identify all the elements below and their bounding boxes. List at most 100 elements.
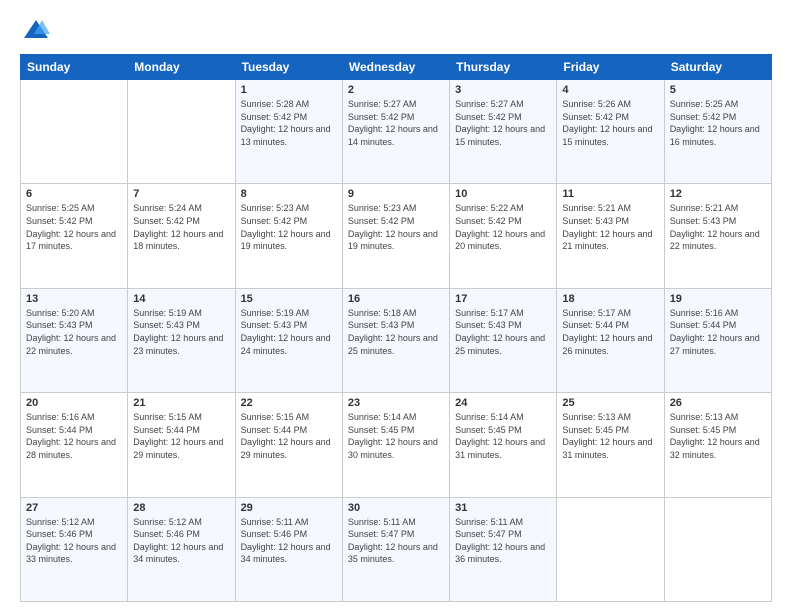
day-info: Sunrise: 5:23 AMSunset: 5:42 PMDaylight:… bbox=[348, 202, 444, 252]
day-number: 24 bbox=[455, 397, 551, 409]
day-number: 13 bbox=[26, 293, 122, 305]
calendar-cell: 17 Sunrise: 5:17 AMSunset: 5:43 PMDayligh… bbox=[450, 288, 557, 392]
day-number: 23 bbox=[348, 397, 444, 409]
day-number: 19 bbox=[670, 293, 766, 305]
day-info: Sunrise: 5:13 AMSunset: 5:45 PMDaylight:… bbox=[670, 411, 766, 461]
calendar-cell: 25 Sunrise: 5:13 AMSunset: 5:45 PMDayligh… bbox=[557, 393, 664, 497]
weekday-header-monday: Monday bbox=[128, 55, 235, 80]
day-number: 16 bbox=[348, 293, 444, 305]
day-info: Sunrise: 5:11 AMSunset: 5:46 PMDaylight:… bbox=[241, 516, 337, 566]
calendar-cell: 18 Sunrise: 5:17 AMSunset: 5:44 PMDayligh… bbox=[557, 288, 664, 392]
weekday-header-row: SundayMondayTuesdayWednesdayThursdayFrid… bbox=[21, 55, 772, 80]
calendar-cell: 2 Sunrise: 5:27 AMSunset: 5:42 PMDaylight… bbox=[342, 80, 449, 184]
day-number: 31 bbox=[455, 502, 551, 514]
day-info: Sunrise: 5:11 AMSunset: 5:47 PMDaylight:… bbox=[455, 516, 551, 566]
calendar-cell: 31 Sunrise: 5:11 AMSunset: 5:47 PMDayligh… bbox=[450, 497, 557, 601]
calendar-cell: 4Sunrise: 5:26 AMSunset: 5:42 PMDaylight… bbox=[557, 80, 664, 184]
day-number: 26 bbox=[670, 397, 766, 409]
day-number: 9 bbox=[348, 188, 444, 200]
day-info: Sunrise: 5:17 AMSunset: 5:43 PMDaylight:… bbox=[455, 307, 551, 357]
weekday-header-friday: Friday bbox=[557, 55, 664, 80]
calendar-cell: 24 Sunrise: 5:14 AMSunset: 5:45 PMDayligh… bbox=[450, 393, 557, 497]
day-info: Sunrise: 5:17 AMSunset: 5:44 PMDaylight:… bbox=[562, 307, 658, 357]
day-info: Sunrise: 5:26 AMSunset: 5:42 PMDaylight:… bbox=[562, 98, 658, 148]
day-info: Sunrise: 5:24 AMSunset: 5:42 PMDaylight:… bbox=[133, 202, 229, 252]
calendar-table: SundayMondayTuesdayWednesdayThursdayFrid… bbox=[20, 54, 772, 602]
calendar-cell: 15 Sunrise: 5:19 AMSunset: 5:43 PMDayligh… bbox=[235, 288, 342, 392]
day-info: Sunrise: 5:23 AMSunset: 5:42 PMDaylight:… bbox=[241, 202, 337, 252]
calendar-cell: 21 Sunrise: 5:15 AMSunset: 5:44 PMDayligh… bbox=[128, 393, 235, 497]
day-info: Sunrise: 5:15 AMSunset: 5:44 PMDaylight:… bbox=[241, 411, 337, 461]
calendar-cell bbox=[21, 80, 128, 184]
calendar-cell: 20 Sunrise: 5:16 AMSunset: 5:44 PMDayligh… bbox=[21, 393, 128, 497]
day-number: 22 bbox=[241, 397, 337, 409]
calendar-cell bbox=[557, 497, 664, 601]
day-info: Sunrise: 5:12 AMSunset: 5:46 PMDaylight:… bbox=[133, 516, 229, 566]
day-info: Sunrise: 5:28 AMSunset: 5:42 PMDaylight:… bbox=[241, 98, 337, 148]
day-info: Sunrise: 5:14 AMSunset: 5:45 PMDaylight:… bbox=[348, 411, 444, 461]
calendar-cell: 16Sunrise: 5:18 AMSunset: 5:43 PMDayligh… bbox=[342, 288, 449, 392]
day-info: Sunrise: 5:11 AMSunset: 5:47 PMDaylight:… bbox=[348, 516, 444, 566]
day-info: Sunrise: 5:12 AMSunset: 5:46 PMDaylight:… bbox=[26, 516, 122, 566]
day-number: 10 bbox=[455, 188, 551, 200]
calendar-cell: 19 Sunrise: 5:16 AMSunset: 5:44 PMDayligh… bbox=[664, 288, 771, 392]
week-row-2: 6Sunrise: 5:25 AMSunset: 5:42 PMDaylight… bbox=[21, 184, 772, 288]
weekday-header-thursday: Thursday bbox=[450, 55, 557, 80]
weekday-header-tuesday: Tuesday bbox=[235, 55, 342, 80]
day-info: Sunrise: 5:14 AMSunset: 5:45 PMDaylight:… bbox=[455, 411, 551, 461]
calendar-cell: 26 Sunrise: 5:13 AMSunset: 5:45 PMDayligh… bbox=[664, 393, 771, 497]
day-number: 25 bbox=[562, 397, 658, 409]
day-info: Sunrise: 5:16 AMSunset: 5:44 PMDaylight:… bbox=[670, 307, 766, 357]
day-number: 2 bbox=[348, 84, 444, 96]
weekday-header-saturday: Saturday bbox=[664, 55, 771, 80]
day-info: Sunrise: 5:21 AMSunset: 5:43 PMDaylight:… bbox=[670, 202, 766, 252]
calendar-cell: 11Sunrise: 5:21 AMSunset: 5:43 PMDayligh… bbox=[557, 184, 664, 288]
day-info: Sunrise: 5:16 AMSunset: 5:44 PMDaylight:… bbox=[26, 411, 122, 461]
calendar-cell: 1 Sunrise: 5:28 AMSunset: 5:42 PMDaylight… bbox=[235, 80, 342, 184]
day-number: 8 bbox=[241, 188, 337, 200]
calendar-cell: 9 Sunrise: 5:23 AMSunset: 5:42 PMDaylight… bbox=[342, 184, 449, 288]
calendar-cell: 6Sunrise: 5:25 AMSunset: 5:42 PMDaylight… bbox=[21, 184, 128, 288]
logo bbox=[20, 16, 50, 44]
day-info: Sunrise: 5:20 AMSunset: 5:43 PMDaylight:… bbox=[26, 307, 122, 357]
day-number: 15 bbox=[241, 293, 337, 305]
calendar-cell: 28Sunrise: 5:12 AMSunset: 5:46 PMDayligh… bbox=[128, 497, 235, 601]
week-row-4: 20 Sunrise: 5:16 AMSunset: 5:44 PMDayligh… bbox=[21, 393, 772, 497]
calendar-cell: 8 Sunrise: 5:23 AMSunset: 5:42 PMDaylight… bbox=[235, 184, 342, 288]
day-number: 20 bbox=[26, 397, 122, 409]
week-row-5: 27 Sunrise: 5:12 AMSunset: 5:46 PMDayligh… bbox=[21, 497, 772, 601]
day-number: 12 bbox=[670, 188, 766, 200]
day-number: 14 bbox=[133, 293, 229, 305]
day-number: 18 bbox=[562, 293, 658, 305]
day-number: 1 bbox=[241, 84, 337, 96]
day-number: 27 bbox=[26, 502, 122, 514]
week-row-3: 13 Sunrise: 5:20 AMSunset: 5:43 PMDayligh… bbox=[21, 288, 772, 392]
day-info: Sunrise: 5:19 AMSunset: 5:43 PMDaylight:… bbox=[241, 307, 337, 357]
day-info: Sunrise: 5:22 AMSunset: 5:42 PMDaylight:… bbox=[455, 202, 551, 252]
day-info: Sunrise: 5:19 AMSunset: 5:43 PMDaylight:… bbox=[133, 307, 229, 357]
weekday-header-sunday: Sunday bbox=[21, 55, 128, 80]
day-info: Sunrise: 5:27 AMSunset: 5:42 PMDaylight:… bbox=[348, 98, 444, 148]
calendar-cell: 29 Sunrise: 5:11 AMSunset: 5:46 PMDayligh… bbox=[235, 497, 342, 601]
day-number: 7 bbox=[133, 188, 229, 200]
calendar-cell: 10 Sunrise: 5:22 AMSunset: 5:42 PMDayligh… bbox=[450, 184, 557, 288]
calendar-cell: 12 Sunrise: 5:21 AMSunset: 5:43 PMDayligh… bbox=[664, 184, 771, 288]
day-info: Sunrise: 5:21 AMSunset: 5:43 PMDaylight:… bbox=[562, 202, 658, 252]
day-info: Sunrise: 5:13 AMSunset: 5:45 PMDaylight:… bbox=[562, 411, 658, 461]
day-number: 21 bbox=[133, 397, 229, 409]
day-info: Sunrise: 5:15 AMSunset: 5:44 PMDaylight:… bbox=[133, 411, 229, 461]
day-number: 17 bbox=[455, 293, 551, 305]
logo-icon bbox=[22, 16, 50, 44]
day-number: 29 bbox=[241, 502, 337, 514]
calendar-cell: 5Sunrise: 5:25 AMSunset: 5:42 PMDaylight… bbox=[664, 80, 771, 184]
calendar-page: SundayMondayTuesdayWednesdayThursdayFrid… bbox=[0, 0, 792, 612]
day-number: 5 bbox=[670, 84, 766, 96]
day-info: Sunrise: 5:25 AMSunset: 5:42 PMDaylight:… bbox=[26, 202, 122, 252]
calendar-cell bbox=[664, 497, 771, 601]
calendar-cell: 13 Sunrise: 5:20 AMSunset: 5:43 PMDayligh… bbox=[21, 288, 128, 392]
day-number: 3 bbox=[455, 84, 551, 96]
day-info: Sunrise: 5:27 AMSunset: 5:42 PMDaylight:… bbox=[455, 98, 551, 148]
calendar-cell: 22 Sunrise: 5:15 AMSunset: 5:44 PMDayligh… bbox=[235, 393, 342, 497]
day-number: 30 bbox=[348, 502, 444, 514]
header bbox=[20, 16, 772, 44]
